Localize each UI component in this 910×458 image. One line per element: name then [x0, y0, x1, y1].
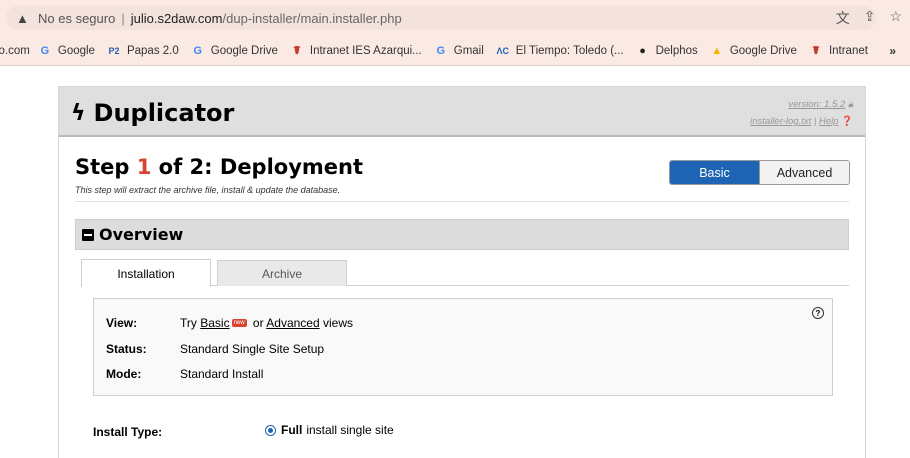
url-host: julio.s2daw.com [130, 10, 223, 26]
bookmark-item[interactable]: G Google [38, 44, 95, 58]
tab-archive[interactable]: Archive [217, 260, 347, 286]
bookmark-item[interactable]: P2 Papas 2.0 [107, 44, 179, 58]
p2-icon: P2 [108, 45, 120, 56]
view-views-text: views [319, 316, 353, 330]
install-type-label: Install Type: [93, 425, 163, 439]
brand: ϟ Duplicator [71, 99, 234, 127]
help-link[interactable]: Help [819, 116, 839, 127]
header-links: version: 1.5.2 🔒︎ installer-log.txt | He… [750, 96, 853, 130]
browser-address-bar: ▲ No es seguro | julio.s2daw.com/dup-ins… [0, 0, 910, 36]
url-text[interactable]: julio.s2daw.com/dup-installer/main.insta… [131, 11, 402, 26]
intranet-icon: ☤ [812, 45, 820, 57]
overview-tabs: Installation Archive [81, 259, 849, 287]
mode-row: Mode: Standard Install [106, 367, 263, 381]
bookmark-label: Intranet [828, 44, 868, 57]
divider [75, 201, 849, 202]
view-mode-toggle: Basic Advanced [669, 160, 850, 185]
share-icon[interactable]: ⇪ [864, 8, 876, 28]
bookmark-label: Gmail [453, 44, 484, 57]
overview-section-header[interactable]: Overview [75, 219, 849, 250]
google-icon: G [436, 44, 446, 57]
install-type-option[interactable]: Full install single site [265, 423, 394, 437]
step-number: 1 [136, 155, 152, 179]
omnibox[interactable]: ▲ No es seguro | julio.s2daw.com/dup-ins… [6, 6, 876, 30]
view-row: View: Try Basic new or Advanced views [106, 316, 353, 330]
google-icon: G [40, 44, 50, 57]
status-row: Status: Standard Single Site Setup [106, 342, 324, 356]
link-separator: | [813, 116, 817, 127]
brand-title: Duplicator [93, 99, 235, 127]
help-circle-icon: ❓ [841, 116, 853, 127]
translate-icon[interactable]: 文 [836, 8, 850, 28]
basic-mode-button[interactable]: Basic [670, 161, 759, 184]
bookmark-label: Intranet IES Azarqui... [309, 44, 422, 57]
step-prefix: Step [75, 155, 137, 179]
installer-log-link[interactable]: installer-log.txt [750, 116, 811, 127]
bookmark-item[interactable]: ΛC El Tiempo: Toledo (... [496, 44, 624, 58]
basic-view-link[interactable]: Basic [200, 316, 229, 330]
bookmark-label: Google [57, 44, 95, 57]
drive-icon: ▲ [711, 44, 723, 57]
status-label: Status: [106, 342, 147, 356]
bookmark-label: Papas 2.0 [126, 44, 179, 57]
help-icon[interactable]: ? [812, 307, 824, 319]
warning-icon[interactable]: ▲ [16, 11, 36, 26]
status-value: Standard Single Site Setup [180, 342, 325, 356]
url-path: /dup-installer/main.installer.php [222, 10, 402, 26]
bookmark-label: Google Drive [210, 44, 278, 57]
install-type-desc: install single site [306, 423, 394, 437]
advanced-view-link[interactable]: Advanced [266, 316, 319, 330]
address-bar-actions: 文 ⇪ ☆ [836, 8, 902, 28]
bookmark-label: io.com [0, 44, 30, 57]
mode-label: Mode: [106, 367, 142, 381]
bookmark-label: El Tiempo: Toledo (... [515, 44, 624, 57]
bookmark-label: Google Drive [729, 44, 797, 57]
step-subtitle: This step will extract the archive file,… [75, 185, 341, 195]
star-icon[interactable]: ☆ [889, 8, 902, 28]
advanced-mode-button[interactable]: Advanced [759, 161, 849, 184]
full-install-label: Full [281, 423, 303, 437]
bookmark-item[interactable]: ☤ Intranet IES Azarqui... [290, 44, 422, 58]
bookmark-item[interactable]: io.com [0, 45, 30, 57]
collapse-icon[interactable] [82, 228, 94, 241]
overview-box: ? View: Try Basic new or Advanced views S… [93, 298, 833, 396]
installer-page: ϟ Duplicator version: 1.5.2 🔒︎ installer… [58, 86, 866, 458]
eltiempo-icon: ΛC [496, 45, 510, 56]
view-value: Try Basic new or Advanced views [180, 316, 353, 330]
step-suffix: of 2: Deployment [151, 155, 364, 179]
url-separator: | [121, 10, 125, 26]
version-link[interactable]: version: 1.5.2 [788, 99, 845, 110]
bookmarks-more-button[interactable]: » [889, 44, 896, 58]
installer-header: ϟ Duplicator version: 1.5.2 🔒︎ installer… [59, 87, 865, 137]
bookmark-item[interactable]: ☤ Intranet [809, 44, 868, 58]
bookmark-item[interactable]: G Gmail [434, 44, 484, 58]
full-install-radio[interactable] [265, 424, 276, 436]
overview-title: Overview [99, 225, 184, 244]
bookmark-label: Delphos [655, 44, 698, 57]
page-title: Step 1 of 2: Deployment [75, 155, 363, 179]
view-try-text: Try [180, 316, 201, 330]
tab-installation[interactable]: Installation [81, 259, 211, 287]
view-label: View: [106, 316, 138, 330]
bookmark-item[interactable]: G Google Drive [191, 44, 278, 58]
insecure-label[interactable]: No es seguro [38, 11, 115, 26]
google-icon: G [193, 44, 203, 57]
new-badge: new [231, 318, 247, 327]
bolt-icon: ϟ [71, 100, 86, 126]
mode-value: Standard Install [180, 367, 264, 381]
delphos-icon: ● [639, 44, 646, 57]
lock-icon: 🔒︎ [847, 99, 853, 110]
bookmarks-bar: io.com G Google P2 Papas 2.0 G Google Drive… [0, 36, 910, 66]
intranet-icon: ☤ [293, 45, 301, 57]
view-or-text: or [249, 316, 267, 330]
bookmark-item[interactable]: ● Delphos [636, 44, 698, 58]
bookmark-item[interactable]: ▲ Google Drive [710, 44, 797, 58]
